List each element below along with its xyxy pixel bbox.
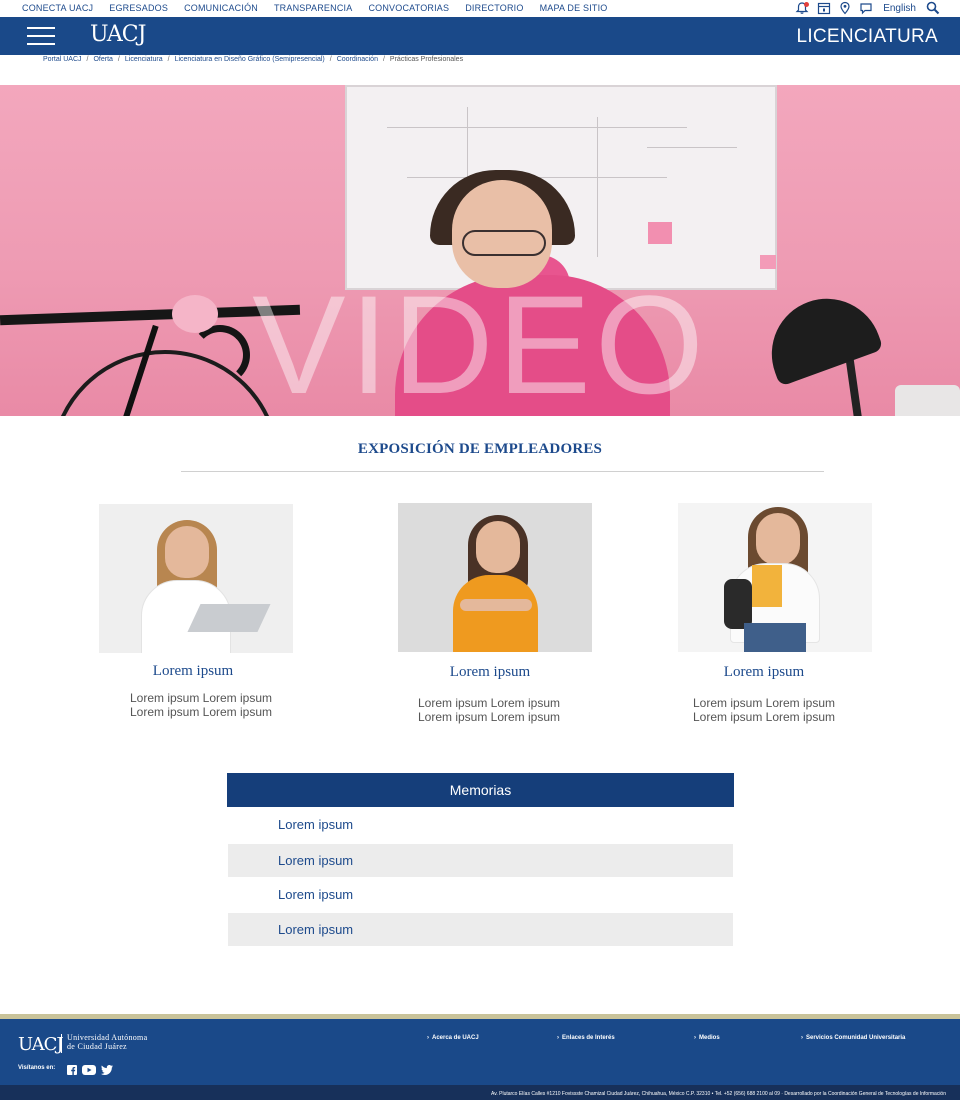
- uacj-logo[interactable]: UACJ: [90, 22, 146, 47]
- breadcrumb-item-oferta[interactable]: Oferta: [93, 56, 112, 63]
- top-nav-link-comunicacion[interactable]: COMUNICACIÓN: [184, 3, 258, 13]
- sticky-note: [760, 255, 776, 269]
- twitter-icon[interactable]: [101, 1062, 113, 1080]
- employer-card-text: Lorem ipsum Lorem ipsum Lorem ipsum Lore…: [417, 696, 561, 724]
- breadcrumb-item-portal[interactable]: Portal UACJ: [43, 56, 82, 63]
- top-icons: English: [795, 1, 940, 15]
- hero-video[interactable]: VIDEO: [0, 85, 960, 416]
- search-icon[interactable]: [926, 1, 940, 15]
- employer-card-photo[interactable]: [99, 504, 293, 653]
- footer-link-medios[interactable]: › Medios: [694, 1035, 720, 1041]
- hero-person-glasses: [462, 230, 546, 256]
- footer: UACJ Universidad Autónoma de Ciudad Juár…: [0, 1019, 960, 1085]
- memorias-item[interactable]: Lorem ipsum: [228, 808, 733, 841]
- footer-link-acerca[interactable]: › Acerca de UACJ: [427, 1035, 479, 1041]
- section-title: LICENCIATURA: [796, 26, 938, 47]
- breadcrumb-item-current: Prácticas Profesionales: [389, 56, 464, 63]
- youtube-icon[interactable]: [82, 1062, 96, 1080]
- breadcrumb: Portal UACJ / Oferta / Licenciatura / Licen…: [43, 56, 464, 63]
- employer-card-text: Lorem ipsum Lorem ipsum Lorem ipsum Lore…: [692, 696, 836, 724]
- sticky-note: [648, 222, 672, 244]
- memorias-item[interactable]: Lorem ipsum: [228, 878, 733, 911]
- section-divider: [181, 471, 824, 472]
- expo-section-title: EXPOSICIÓN DE EMPLEADORES: [357, 441, 603, 457]
- social-links: [67, 1062, 113, 1080]
- employer-card-title[interactable]: Lorem ipsum: [654, 664, 874, 681]
- top-nav-link-egresados[interactable]: EGRESADOS: [109, 3, 168, 13]
- breadcrumb-item-program[interactable]: Licenciatura en Diseño Gráfico (Semipres…: [175, 56, 325, 63]
- video-overlay-text: VIDEO: [252, 266, 708, 416]
- footer-address: Av. Plutarco Elías Calles #1210 Fovissst…: [490, 1091, 946, 1097]
- visit-label: Visítanos en:: [18, 1065, 56, 1071]
- language-switch[interactable]: English: [883, 3, 916, 14]
- breadcrumb-item-licenciatura[interactable]: Licenciatura: [125, 56, 163, 63]
- main-header: UACJ LICENCIATURA: [0, 17, 960, 55]
- footer-university-name: Universidad Autónoma de Ciudad Juárez: [67, 1033, 148, 1051]
- footer-address-bar: Av. Plutarco Elías Calles #1210 Fovissst…: [0, 1085, 960, 1100]
- employer-card-title[interactable]: Lorem ipsum: [83, 663, 303, 680]
- top-nav-link-mapa-de-sitio[interactable]: MAPA DE SITIO: [540, 3, 608, 13]
- top-utility-bar: CONECTA UACJ EGRESADOS COMUNICACIÓN TRAN…: [0, 0, 960, 17]
- employer-card-title[interactable]: Lorem ipsum: [380, 664, 600, 681]
- top-nav-link-convocatorias[interactable]: CONVOCATORIAS: [368, 3, 449, 13]
- location-pin-icon[interactable]: [839, 1, 851, 15]
- employer-card-photo[interactable]: [398, 503, 592, 652]
- facebook-icon[interactable]: [67, 1062, 77, 1080]
- top-nav: CONECTA UACJ EGRESADOS COMUNICACIÓN TRAN…: [22, 3, 624, 13]
- top-nav-link-conecta[interactable]: CONECTA UACJ: [22, 3, 93, 13]
- calendar-icon[interactable]: [817, 1, 831, 15]
- memorias-item[interactable]: Lorem ipsum: [228, 844, 733, 877]
- footer-link-enlaces[interactable]: › Enlaces de Interés: [557, 1035, 615, 1041]
- footer-link-servicios[interactable]: › Servicios Comunidad Universitaria: [801, 1035, 905, 1041]
- hero-whiteboard: [345, 85, 777, 290]
- memorias-header: Memorias: [227, 773, 734, 807]
- memorias-item[interactable]: Lorem ipsum: [228, 913, 733, 946]
- breadcrumb-item-coordinacion[interactable]: Coordinación: [337, 56, 378, 63]
- footer-logo[interactable]: UACJ: [18, 1034, 64, 1055]
- chat-icon[interactable]: [859, 1, 873, 15]
- footer-logo-divider: [61, 1034, 62, 1053]
- hamburger-menu-icon[interactable]: [27, 25, 55, 47]
- employer-card-photo[interactable]: [678, 503, 872, 652]
- employer-card-text: Lorem ipsum Lorem ipsum Lorem ipsum Lore…: [129, 691, 273, 719]
- top-nav-link-transparencia[interactable]: TRANSPARENCIA: [274, 3, 352, 13]
- bell-icon[interactable]: [795, 1, 810, 15]
- top-nav-link-directorio[interactable]: DIRECTORIO: [465, 3, 523, 13]
